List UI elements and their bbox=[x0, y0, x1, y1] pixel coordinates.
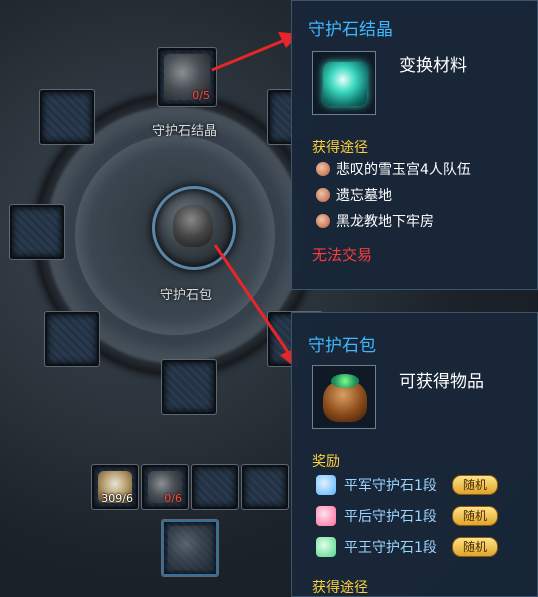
random-badge: 随机 bbox=[452, 475, 498, 495]
crystal-tooltip-icon bbox=[312, 51, 376, 115]
guardian-stone-icon bbox=[316, 537, 336, 557]
game-scene: 0/5 守护石结晶 守护石包 309/6 0/6 守护石结晶 变换材料 获得途径… bbox=[0, 0, 538, 597]
crystal-source-item: 黑龙教地下牢房 bbox=[316, 211, 434, 231]
crystal-source-heading: 获得途径 bbox=[312, 140, 368, 156]
reward-heading: 奖励 bbox=[312, 454, 340, 470]
dungeon-icon bbox=[316, 214, 330, 228]
bag-source-heading: 获得途径 bbox=[312, 580, 368, 596]
dungeon-icon bbox=[316, 162, 330, 176]
reward-item: 平后守护石1段 随机 bbox=[316, 506, 498, 526]
crystal-source-item: 遗忘墓地 bbox=[316, 185, 392, 205]
bag-tooltip-desc: 可获得物品 bbox=[399, 372, 484, 392]
bag-tooltip-icon bbox=[312, 365, 376, 429]
random-badge: 随机 bbox=[452, 537, 498, 557]
trade-status: 无法交易 bbox=[312, 246, 373, 264]
guardian-stone-icon bbox=[316, 506, 336, 526]
bag-tooltip-title: 守护石包 bbox=[308, 336, 376, 356]
reward-item: 平王守护石1段 随机 bbox=[316, 537, 498, 557]
crystal-tooltip: 守护石结晶 变换材料 获得途径 悲叹的雪玉宫4人队伍 遗忘墓地 黑龙教地下牢房 … bbox=[291, 0, 538, 290]
bag-tooltip: 守护石包 可获得物品 奖励 平军守护石1段 随机 平后守护石1段 随机 平王守护… bbox=[291, 312, 538, 597]
guardian-stone-icon bbox=[316, 475, 336, 495]
crystal-tooltip-title: 守护石结晶 bbox=[308, 20, 393, 40]
random-badge: 随机 bbox=[452, 506, 498, 526]
reward-item: 平军守护石1段 随机 bbox=[316, 475, 498, 495]
dungeon-icon bbox=[316, 188, 330, 202]
crystal-tooltip-desc: 变换材料 bbox=[399, 56, 467, 76]
crystal-source-item: 悲叹的雪玉宫4人队伍 bbox=[316, 159, 471, 179]
